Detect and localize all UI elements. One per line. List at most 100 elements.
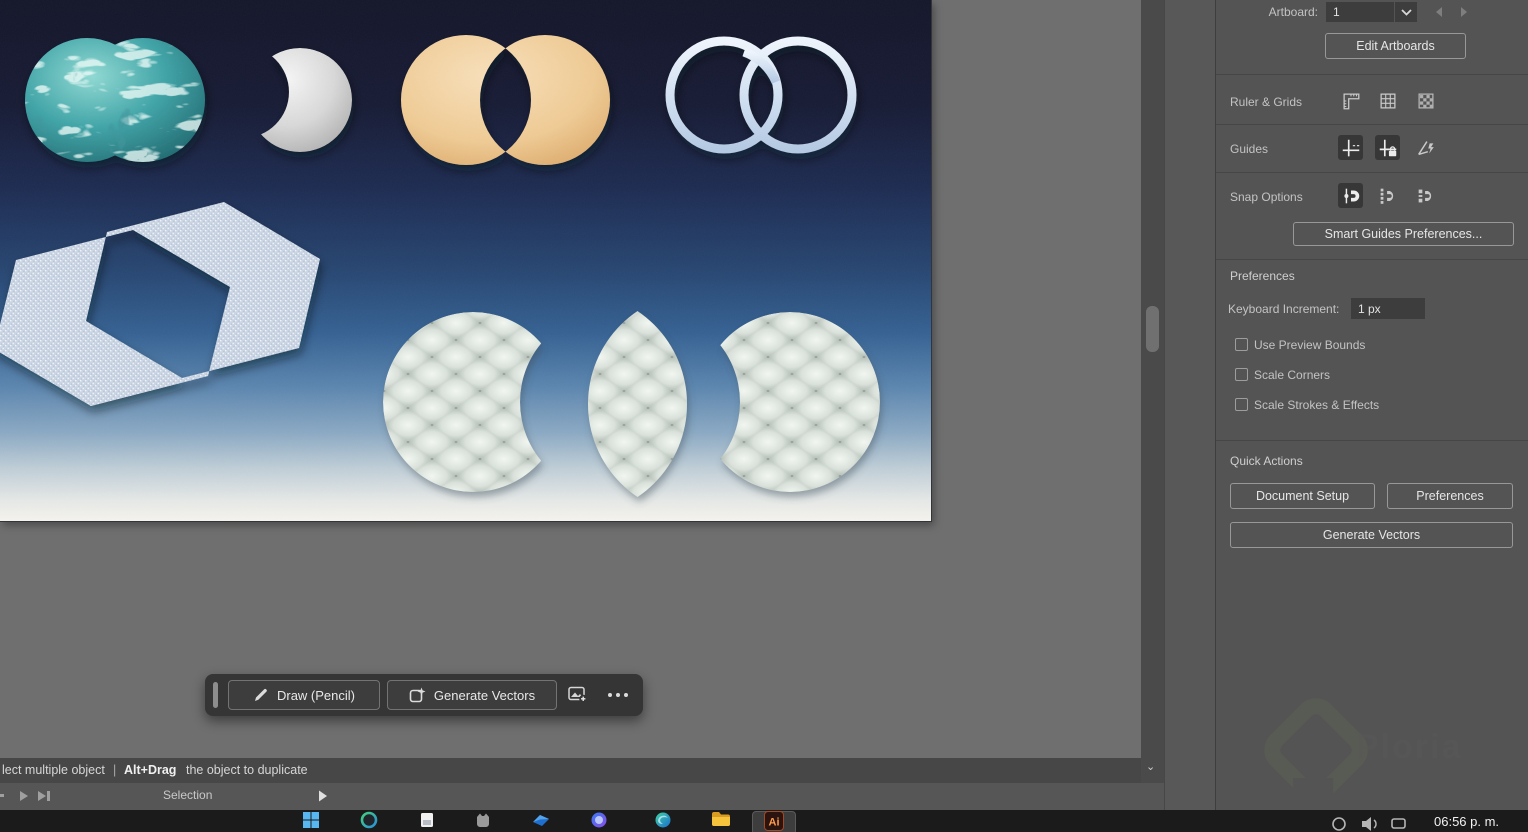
copilot-button[interactable] <box>588 811 610 832</box>
draw-pencil-button[interactable]: Draw (Pencil) <box>228 680 380 710</box>
generate-vectors-button[interactable]: Generate Vectors <box>1230 522 1513 548</box>
drag-handle[interactable] <box>213 682 218 708</box>
artboard-nav-icons[interactable] <box>0 789 52 803</box>
dot-icon <box>608 693 612 697</box>
artboard-dropdown-button[interactable] <box>1395 2 1417 22</box>
watermark-logo-icon <box>1264 698 1368 805</box>
file-explorer-button[interactable] <box>710 811 732 832</box>
artboard-select[interactable]: 1 <box>1326 2 1394 22</box>
start-button[interactable] <box>300 811 322 832</box>
quick-actions-heading: Quick Actions <box>1230 454 1303 468</box>
prev-artboard-icon[interactable] <box>1432 5 1446 19</box>
illustrator-icon: Ai <box>764 811 784 831</box>
contextual-task-bar: Draw (Pencil) Generate Vectors <box>205 674 643 716</box>
separator <box>1216 74 1528 75</box>
watermark-text: Ploria <box>1356 728 1463 766</box>
keyboard-increment-label: Keyboard Increment: <box>1228 302 1340 316</box>
scale-corners-checkbox[interactable] <box>1235 368 1248 381</box>
grain-overlay <box>0 0 931 521</box>
generate-vectors-label: Generate Vectors <box>433 687 536 703</box>
more-options-button[interactable] <box>600 682 636 708</box>
grid-icon <box>1379 92 1396 109</box>
separator <box>1216 440 1528 441</box>
show-guides-button[interactable] <box>1338 135 1363 160</box>
generate-vectors-icon <box>409 687 426 702</box>
search-button[interactable] <box>358 811 380 832</box>
illustrator-button[interactable]: Ai <box>763 811 785 832</box>
preferences-button[interactable]: Preferences <box>1387 483 1513 509</box>
system-tray[interactable] <box>1330 814 1420 832</box>
next-artboard-icon <box>20 791 28 801</box>
ai-logo-text: Ai <box>769 817 780 829</box>
keyboard-increment-field[interactable]: 1 px <box>1351 298 1425 319</box>
ruler-grids-label: Ruler & Grids <box>1230 95 1303 109</box>
panel-dock-spacer <box>1164 0 1215 810</box>
windows-taskbar: Ai 06:56 p. m. <box>0 810 1528 832</box>
snap-to-pixel-icon <box>1418 189 1431 202</box>
copilot-icon <box>591 812 607 828</box>
scale-strokes-effects-checkbox[interactable] <box>1235 398 1248 411</box>
status-bar: Selection ❮ ❯ <box>0 783 1141 810</box>
status-flyout-icon[interactable] <box>317 789 329 803</box>
volume-icon <box>1362 817 1377 831</box>
snap-to-pixel-button[interactable] <box>1413 183 1438 208</box>
smart-guides-icon <box>1417 140 1434 155</box>
use-preview-bounds-label: Use Preview Bounds <box>1254 338 1366 352</box>
blue-app-icon <box>533 815 549 826</box>
last-artboard-icon <box>38 791 50 801</box>
reference-image-button[interactable] <box>563 682 593 708</box>
canvas-pasteboard[interactable]: Draw (Pencil) Generate Vectors <box>0 0 1141 758</box>
show-rulers-button[interactable] <box>1338 88 1363 113</box>
vertical-scrollbar[interactable]: ⌄ <box>1141 0 1164 783</box>
battery-icon <box>1391 818 1406 829</box>
transparency-grid-icon <box>1417 92 1434 109</box>
show-transparency-grid-button[interactable] <box>1413 88 1438 113</box>
image-add-icon <box>568 686 588 703</box>
scale-corners-label: Scale Corners <box>1254 368 1331 382</box>
next-artboard-icon[interactable] <box>1457 5 1471 19</box>
edge-button[interactable] <box>652 811 674 832</box>
windows-logo-icon <box>303 812 319 828</box>
guides-label: Guides <box>1230 142 1269 156</box>
gear-app-icon <box>477 813 489 827</box>
scale-strokes-effects-label: Scale Strokes & Effects <box>1254 398 1380 412</box>
lock-guides-button[interactable] <box>1375 135 1400 160</box>
clock[interactable]: 06:56 p. m. <box>1434 814 1499 829</box>
hint-divider: | <box>113 763 117 777</box>
separator <box>1216 259 1528 260</box>
widgets-button[interactable] <box>416 811 438 832</box>
scrollbar-corner <box>1141 783 1164 810</box>
watermark: Ploria <box>1261 690 1521 810</box>
status-tool-name[interactable]: Selection <box>163 788 212 802</box>
search-icon <box>360 811 378 829</box>
smart-guides-button[interactable] <box>1413 135 1438 160</box>
use-preview-bounds-checkbox[interactable] <box>1235 338 1248 351</box>
artboard-label: Artboard: <box>1268 5 1318 19</box>
preferences-heading: Preferences <box>1230 269 1295 283</box>
app-gray-button[interactable] <box>472 811 494 832</box>
snap-to-grid-icon <box>1380 188 1393 204</box>
generate-vectors-button-ctx[interactable]: Generate Vectors <box>387 680 557 710</box>
snap-options-label: Snap Options <box>1230 190 1303 204</box>
edit-artboards-button[interactable]: Edit Artboards <box>1325 33 1466 59</box>
vertical-scrollbar-thumb[interactable] <box>1146 306 1159 352</box>
dot-icon <box>624 693 628 697</box>
illustrator-window: Draw (Pencil) Generate Vectors lect mult… <box>0 0 1528 832</box>
hint-shortcut: Alt+Drag <box>124 763 177 777</box>
scroll-down-icon[interactable]: ⌄ <box>1146 760 1155 773</box>
separator <box>1216 172 1528 173</box>
dot-icon <box>616 693 620 697</box>
snap-to-point-button[interactable] <box>1338 183 1363 208</box>
hint-text-start: lect multiple object <box>2 763 105 777</box>
lock-guides-icon <box>1379 139 1396 156</box>
ruler-icon <box>1342 92 1359 109</box>
show-guides-icon <box>1342 139 1359 156</box>
smart-guides-preferences-button[interactable]: Smart Guides Preferences... <box>1293 222 1514 246</box>
snap-to-grid-button[interactable] <box>1375 183 1400 208</box>
draw-pencil-label: Draw (Pencil) <box>276 687 355 703</box>
document-setup-button[interactable]: Document Setup <box>1230 483 1375 509</box>
document-icon <box>421 813 433 827</box>
show-grid-button[interactable] <box>1375 88 1400 113</box>
onedrive-button[interactable] <box>530 811 552 832</box>
edge-icon <box>655 812 671 828</box>
